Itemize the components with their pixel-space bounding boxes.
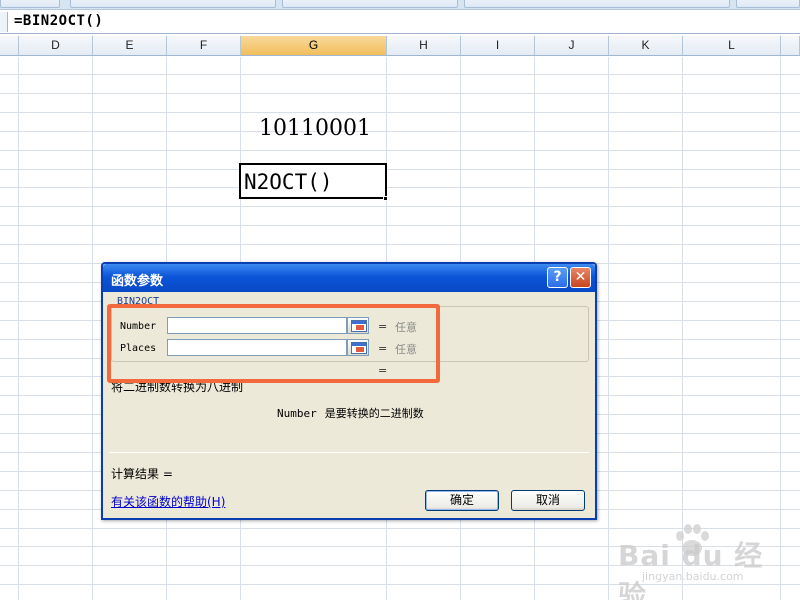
column-header-i[interactable]: I <box>461 36 535 56</box>
baidu-watermark: Bai du 经验 jingyan.baidu.com <box>612 518 782 600</box>
active-cell-text[interactable]: N2OCT() <box>244 170 333 194</box>
active-cell-editor[interactable]: N2OCT() <box>239 163 387 199</box>
ribbon-button[interactable] <box>736 0 800 8</box>
column-header-f[interactable]: F <box>167 36 241 56</box>
grid-line <box>0 187 800 188</box>
select-all-corner[interactable] <box>0 36 19 56</box>
column-header-k[interactable]: K <box>609 36 683 56</box>
ribbon-button[interactable] <box>0 0 60 8</box>
grid-line <box>0 244 800 245</box>
watermark-text: Bai du 经验 <box>618 539 764 600</box>
dialog-titlebar[interactable]: 函数参数 ? ✕ <box>103 264 595 292</box>
column-header-l[interactable]: L <box>683 36 781 56</box>
formula-bar[interactable]: =BIN2OCT() <box>0 10 800 34</box>
grid-line <box>0 93 800 94</box>
grid-line <box>0 150 800 151</box>
dialog-title: 函数参数 <box>111 274 164 289</box>
grid-line <box>608 57 609 600</box>
ribbon-remnant <box>0 0 800 10</box>
fill-handle[interactable] <box>383 196 388 201</box>
function-arguments-dialog: 函数参数 ? ✕ BIN2OCT Number = 任意 Places = 任意… <box>101 262 597 520</box>
column-header-e[interactable]: E <box>93 36 167 56</box>
column-header-j[interactable]: J <box>535 36 609 56</box>
divider <box>109 452 589 453</box>
column-header-d[interactable]: D <box>19 36 93 56</box>
argument-description-text: 是要转换的二进制数 <box>324 407 424 420</box>
ribbon-button[interactable] <box>70 0 276 8</box>
watermark-url: jingyan.baidu.com <box>642 570 744 583</box>
grid-line <box>0 225 800 226</box>
cancel-button[interactable]: 取消 <box>511 490 585 511</box>
argument-description: Number 是要转换的二进制数 <box>277 405 424 421</box>
grid-line <box>18 57 19 600</box>
help-icon[interactable]: ? <box>547 267 568 288</box>
highlight-annotation-box <box>107 304 440 383</box>
cell-g-value[interactable]: 10110001 <box>259 116 371 141</box>
ok-button[interactable]: 确定 <box>425 490 499 511</box>
column-header-g[interactable]: G <box>241 36 387 56</box>
grid-line <box>0 74 800 75</box>
grid-line <box>92 57 93 600</box>
formula-bar-edge <box>0 12 8 32</box>
calculation-result: 计算结果 = <box>111 467 173 481</box>
column-header-partial[interactable] <box>781 36 800 56</box>
function-help-link[interactable]: 有关该函数的帮助(H) <box>111 493 225 510</box>
excel-window: =BIN2OCT() DEFGHIJKL 10110001 N2OCT() 函数… <box>0 0 800 600</box>
grid-line <box>0 169 800 170</box>
ribbon-button[interactable] <box>464 0 730 8</box>
close-icon[interactable]: ✕ <box>570 267 591 288</box>
argument-description-name: Number <box>277 407 317 420</box>
column-header-h[interactable]: H <box>387 36 461 56</box>
grid-line <box>0 206 800 207</box>
grid-line <box>0 131 800 132</box>
ribbon-button[interactable] <box>282 0 458 8</box>
formula-text[interactable]: =BIN2OCT() <box>14 13 103 29</box>
grid-line <box>0 112 800 113</box>
